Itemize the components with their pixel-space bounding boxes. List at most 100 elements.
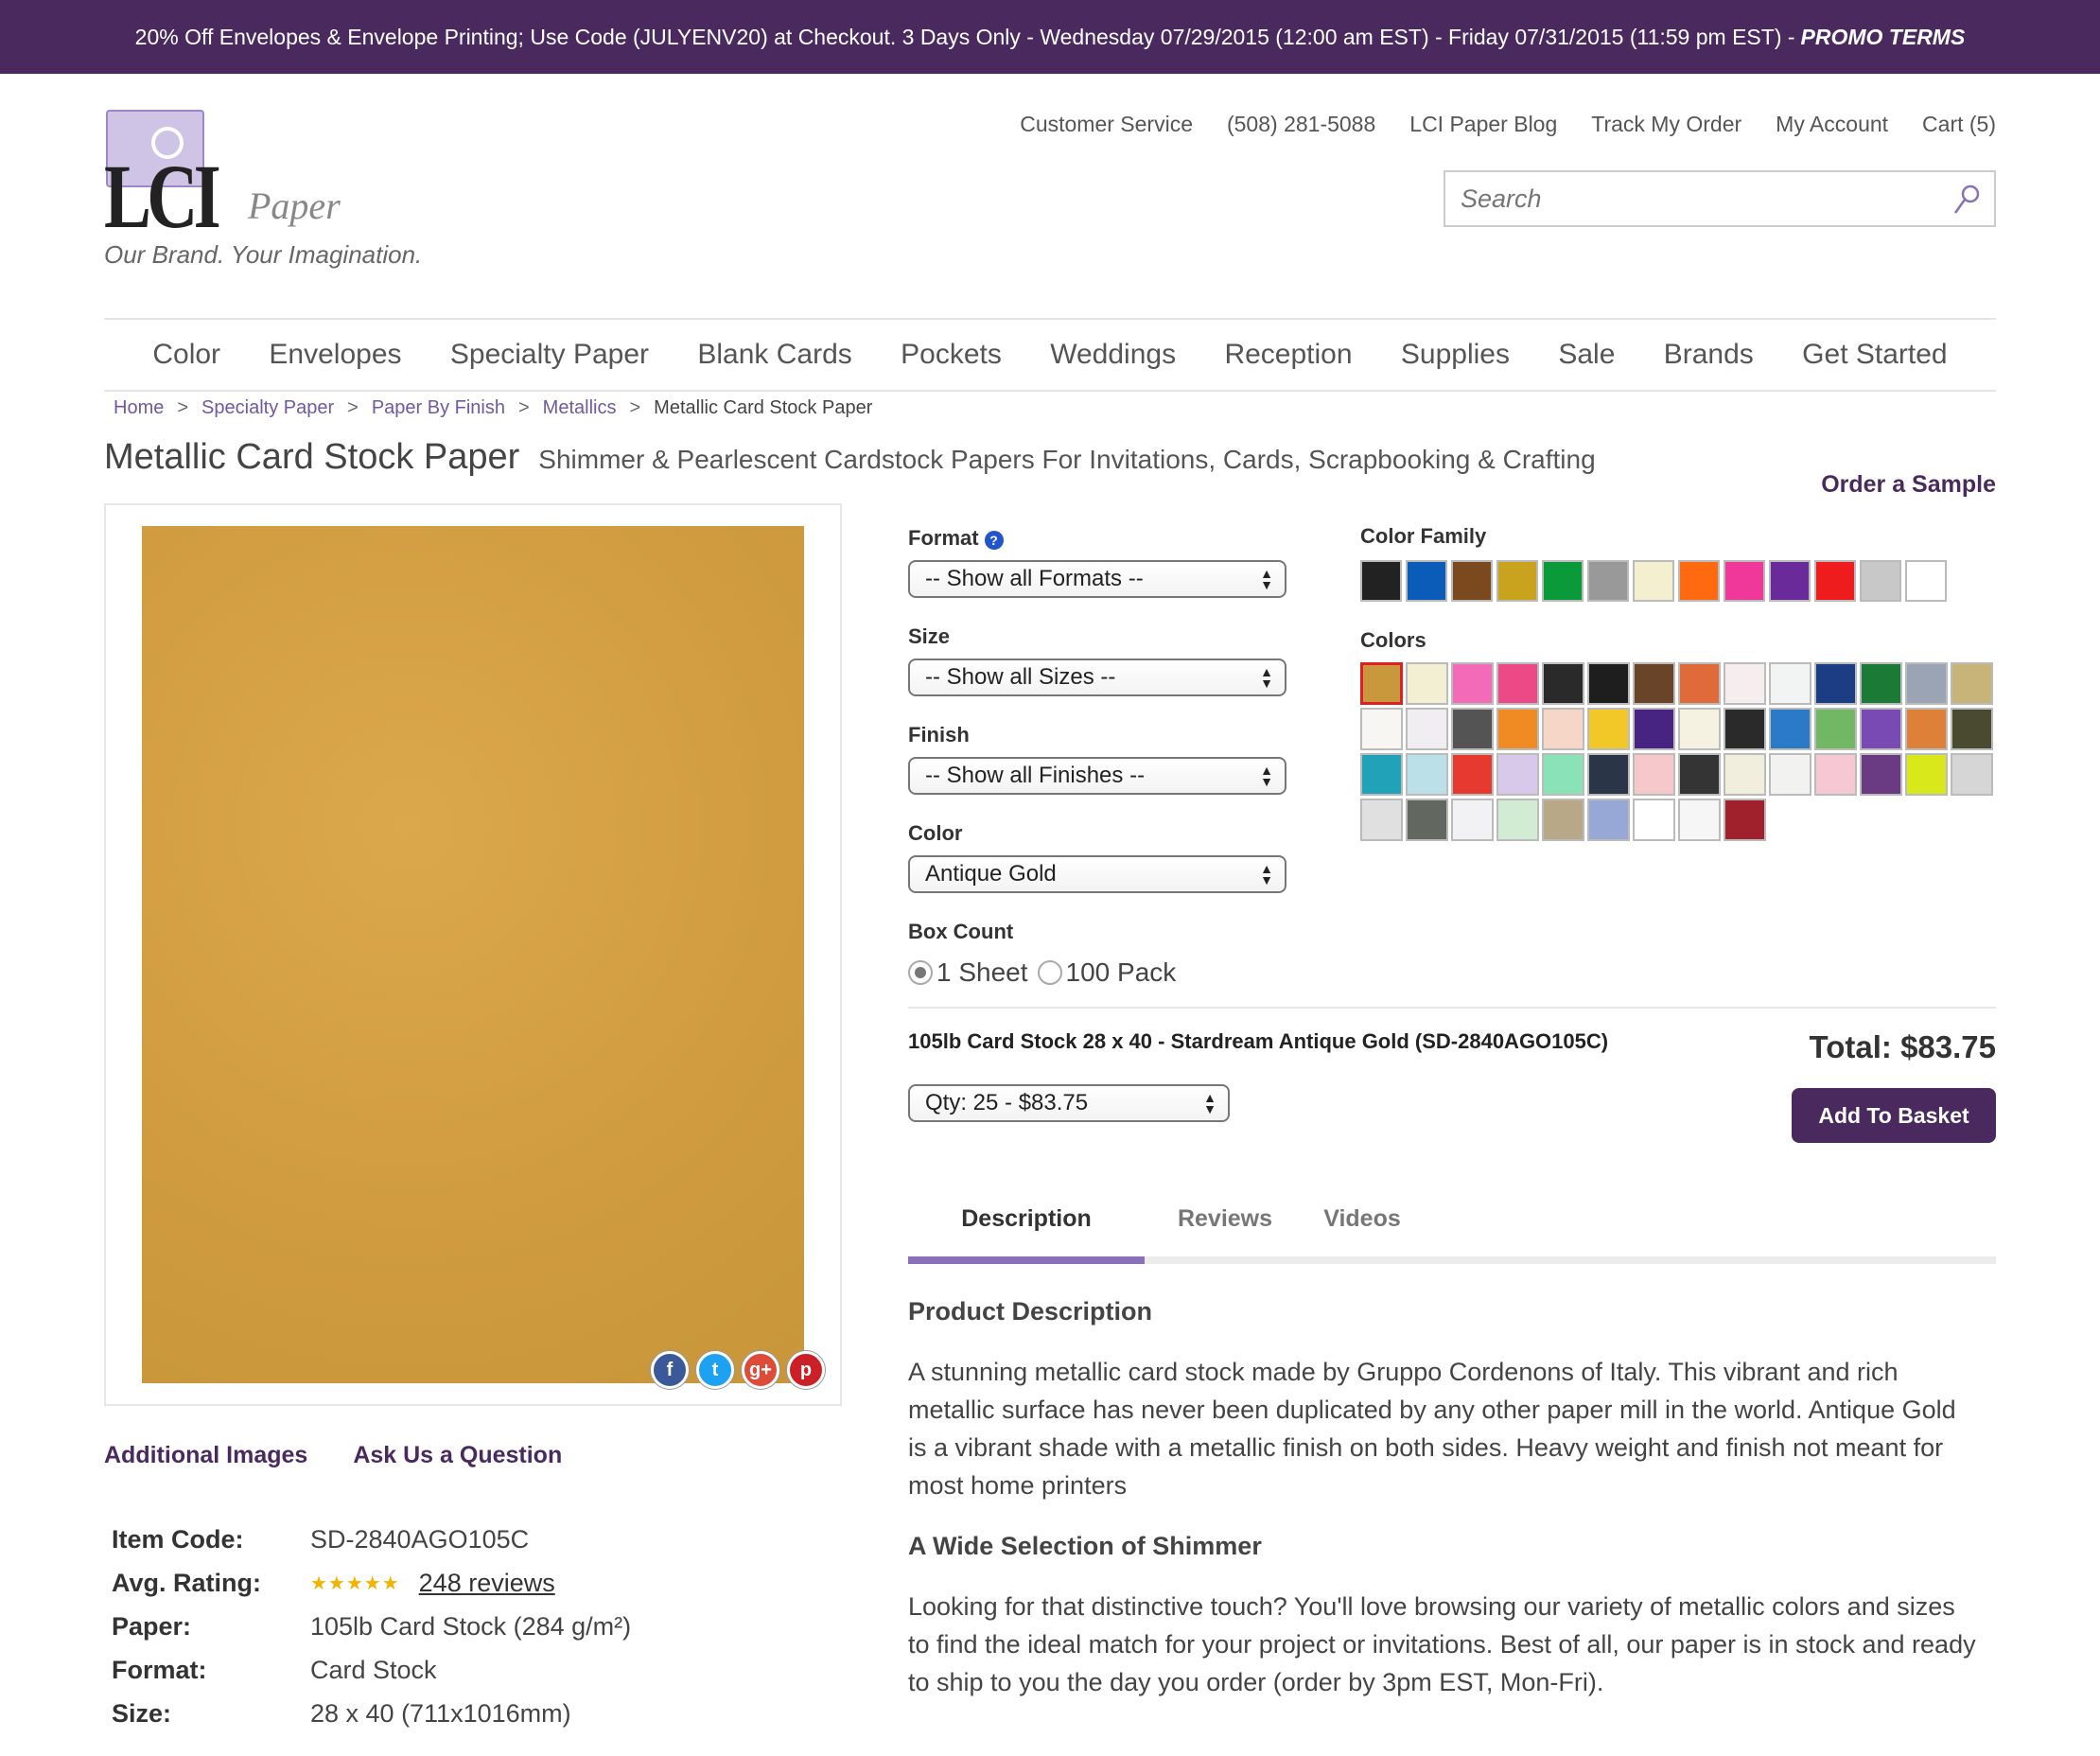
tab-reviews[interactable]: Reviews (1145, 1205, 1305, 1254)
nav-envelopes[interactable]: Envelopes (269, 339, 401, 371)
color-swatch[interactable] (1633, 753, 1675, 796)
util-phone[interactable]: (508) 281-5088 (1227, 112, 1375, 137)
pinterest-icon[interactable]: p (787, 1351, 825, 1389)
color-swatch[interactable] (1905, 708, 1948, 750)
nav-supplies[interactable]: Supplies (1401, 339, 1510, 371)
nav-pockets[interactable]: Pockets (901, 339, 1002, 371)
nav-sale[interactable]: Sale (1558, 339, 1615, 371)
color-swatch[interactable] (1951, 753, 1993, 796)
facebook-icon[interactable]: f (651, 1351, 689, 1389)
color-swatch[interactable] (1633, 662, 1675, 705)
color-swatch[interactable] (1496, 708, 1539, 750)
color-swatch[interactable] (1905, 753, 1948, 796)
color-swatch[interactable] (1769, 753, 1811, 796)
crumb-specialty-paper[interactable]: Specialty Paper (201, 397, 334, 419)
additional-images-link[interactable]: Additional Images (104, 1442, 307, 1469)
nav-weddings[interactable]: Weddings (1050, 339, 1176, 371)
color-family-swatch[interactable] (1814, 560, 1856, 602)
color-swatch[interactable] (1451, 799, 1494, 841)
color-swatch[interactable] (1496, 662, 1539, 705)
color-swatch[interactable] (1587, 753, 1630, 796)
color-swatch[interactable] (1587, 708, 1630, 750)
color-swatch[interactable] (1769, 708, 1811, 750)
nav-get-started[interactable]: Get Started (1802, 339, 1947, 371)
crumb-home[interactable]: Home (114, 397, 164, 419)
color-swatch[interactable] (1814, 662, 1857, 705)
color-family-swatch[interactable] (1587, 560, 1629, 602)
color-family-swatch[interactable] (1360, 560, 1402, 602)
color-swatch[interactable] (1451, 753, 1494, 796)
site-logo[interactable]: LCI Paper Our Brand. Your Imagination. (104, 106, 464, 276)
color-swatch[interactable] (1542, 799, 1584, 841)
promo-terms-link[interactable]: PROMO TERMS (1801, 25, 1966, 50)
product-image[interactable] (142, 526, 804, 1383)
color-swatch[interactable] (1678, 753, 1721, 796)
color-family-swatch[interactable] (1406, 560, 1447, 602)
color-family-swatch[interactable] (1451, 560, 1493, 602)
color-swatch[interactable] (1451, 662, 1494, 705)
color-swatch[interactable] (1633, 799, 1675, 841)
reviews-link[interactable]: 248 reviews (419, 1569, 555, 1598)
color-family-swatch[interactable] (1678, 560, 1720, 602)
radio-1-sheet[interactable] (908, 960, 933, 985)
tab-videos[interactable]: Videos (1305, 1205, 1419, 1254)
radio-100-pack[interactable] (1037, 960, 1062, 985)
color-family-swatch[interactable] (1724, 560, 1765, 602)
color-swatch[interactable] (1360, 662, 1403, 705)
size-select[interactable]: -- Show all Sizes -- ▲ ▼ (908, 658, 1286, 696)
color-swatch[interactable] (1406, 753, 1448, 796)
color-family-swatch[interactable] (1860, 560, 1901, 602)
add-to-basket-button[interactable]: Add To Basket (1792, 1088, 1996, 1143)
color-family-swatch[interactable] (1542, 560, 1584, 602)
color-swatch[interactable] (1814, 708, 1857, 750)
nav-blank-cards[interactable]: Blank Cards (697, 339, 851, 371)
nav-specialty-paper[interactable]: Specialty Paper (450, 339, 649, 371)
color-family-swatch[interactable] (1633, 560, 1674, 602)
finish-select[interactable]: -- Show all Finishes -- ▲ ▼ (908, 757, 1286, 795)
nav-reception[interactable]: Reception (1224, 339, 1352, 371)
google-plus-icon[interactable]: g+ (742, 1351, 779, 1389)
color-swatch[interactable] (1406, 662, 1448, 705)
color-family-swatch[interactable] (1496, 560, 1538, 602)
color-swatch[interactable] (1633, 708, 1675, 750)
crumb-metallics[interactable]: Metallics (543, 397, 617, 419)
color-swatch[interactable] (1860, 708, 1902, 750)
color-swatch[interactable] (1814, 753, 1857, 796)
color-family-swatch[interactable] (1905, 560, 1947, 602)
color-swatch[interactable] (1724, 799, 1766, 841)
color-swatch[interactable] (1724, 753, 1766, 796)
color-swatch[interactable] (1406, 708, 1448, 750)
tab-description[interactable]: Description (908, 1205, 1145, 1254)
util-blog[interactable]: LCI Paper Blog (1409, 112, 1557, 137)
color-swatch[interactable] (1542, 753, 1584, 796)
ask-question-link[interactable]: Ask Us a Question (353, 1442, 562, 1469)
color-swatch[interactable] (1678, 799, 1721, 841)
color-swatch[interactable] (1724, 708, 1766, 750)
color-swatch[interactable] (1406, 799, 1448, 841)
color-swatch[interactable] (1860, 662, 1902, 705)
util-customer-service[interactable]: Customer Service (1020, 112, 1193, 137)
color-swatch[interactable] (1587, 662, 1630, 705)
color-swatch[interactable] (1587, 799, 1630, 841)
color-swatch[interactable] (1451, 708, 1494, 750)
twitter-icon[interactable]: t (696, 1351, 734, 1389)
crumb-paper-by-finish[interactable]: Paper By Finish (372, 397, 505, 419)
color-swatch[interactable] (1724, 662, 1766, 705)
color-swatch[interactable] (1496, 753, 1539, 796)
color-swatch[interactable] (1951, 708, 1993, 750)
color-swatch[interactable] (1360, 799, 1403, 841)
util-my-account[interactable]: My Account (1776, 112, 1888, 137)
color-swatch[interactable] (1542, 662, 1584, 705)
color-swatch[interactable] (1496, 799, 1539, 841)
color-swatch[interactable] (1360, 708, 1403, 750)
search-input[interactable] (1445, 172, 1937, 225)
qty-select[interactable]: Qty: 25 - $83.75 ▲ ▼ (908, 1084, 1230, 1122)
order-sample-link[interactable]: Order a Sample (1821, 471, 1996, 499)
color-swatch[interactable] (1769, 662, 1811, 705)
nav-color[interactable]: Color (152, 339, 220, 371)
color-select[interactable]: Antique Gold ▲ ▼ (908, 855, 1286, 893)
color-swatch[interactable] (1360, 753, 1403, 796)
format-select[interactable]: -- Show all Formats -- ▲ ▼ (908, 560, 1286, 598)
color-swatch[interactable] (1905, 662, 1948, 705)
color-swatch[interactable] (1678, 662, 1721, 705)
